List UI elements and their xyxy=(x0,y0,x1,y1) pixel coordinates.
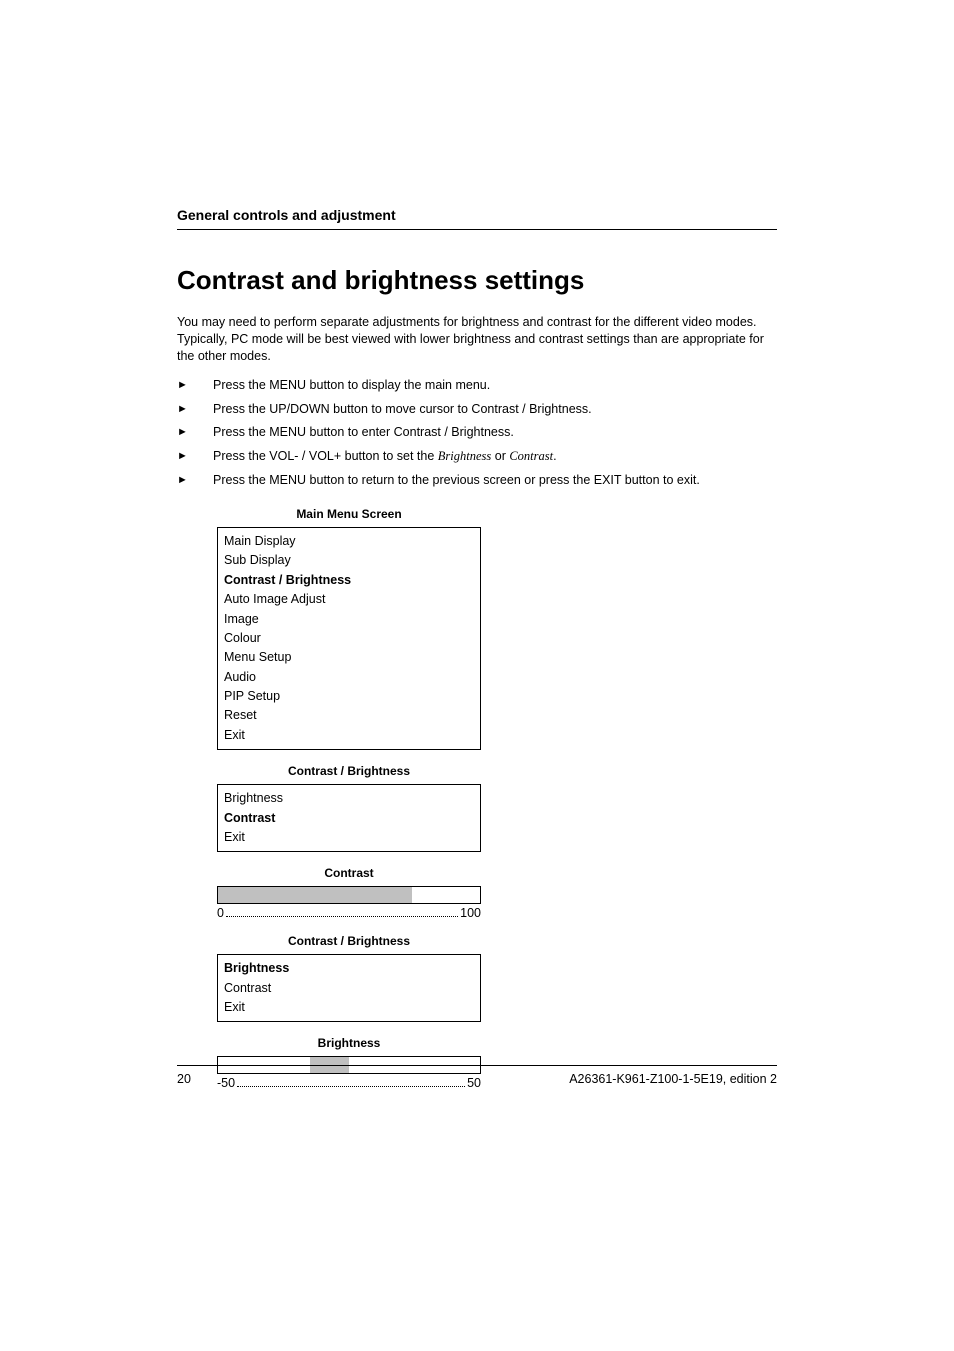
contrast-slider-fill xyxy=(218,887,412,903)
menu-item: Menu Setup xyxy=(224,648,474,667)
menu-item: Main Display xyxy=(224,532,474,551)
step-item: Press the MENU button to display the mai… xyxy=(177,377,777,394)
contrast-slider-bar xyxy=(217,886,481,904)
menu-item: PIP Setup xyxy=(224,687,474,706)
step-text: or xyxy=(491,449,509,463)
menu-item: Colour xyxy=(224,629,474,648)
step-italic: Brightness xyxy=(438,449,491,463)
page-number: 20 xyxy=(177,1072,191,1086)
menu-item: Contrast xyxy=(224,979,474,998)
contrast-scale: 0 100 xyxy=(217,906,481,920)
page-title: Contrast and brightness settings xyxy=(177,265,777,296)
menu-item-selected: Brightness xyxy=(224,959,474,978)
step-text: Press the VOL- / VOL+ button to set the xyxy=(213,449,438,463)
main-menu-title: Main Menu Screen xyxy=(217,507,481,521)
intro-paragraph: You may need to perform separate adjustm… xyxy=(177,314,777,365)
menu-item: Exit xyxy=(224,726,474,745)
submenu2-title: Contrast / Brightness xyxy=(217,934,481,948)
scale-dots xyxy=(226,916,458,917)
contrast-max: 100 xyxy=(460,906,481,920)
main-menu-block: Main Menu Screen Main Display Sub Displa… xyxy=(217,507,481,1090)
contrast-slider-title: Contrast xyxy=(217,866,481,880)
submenu1-title: Contrast / Brightness xyxy=(217,764,481,778)
doc-id: A26361-K961-Z100-1-5E19, edition 2 xyxy=(569,1072,777,1086)
step-item: Press the VOL- / VOL+ button to set the … xyxy=(177,448,777,465)
step-italic: Contrast xyxy=(509,449,553,463)
menu-item-selected: Contrast / Brightness xyxy=(224,571,474,590)
submenu2-box: Brightness Contrast Exit xyxy=(217,954,481,1022)
menu-item: Reset xyxy=(224,706,474,725)
page-footer: 20 A26361-K961-Z100-1-5E19, edition 2 xyxy=(177,1065,777,1086)
step-item: Press the MENU button to enter Contrast … xyxy=(177,424,777,441)
menu-item: Audio xyxy=(224,668,474,687)
section-header: General controls and adjustment xyxy=(177,207,777,230)
step-text: . xyxy=(553,449,556,463)
menu-item: Exit xyxy=(224,828,474,847)
menu-item: Auto Image Adjust xyxy=(224,590,474,609)
step-item: Press the UP/DOWN button to move cursor … xyxy=(177,401,777,418)
step-item: Press the MENU button to return to the p… xyxy=(177,472,777,489)
menu-item-selected: Contrast xyxy=(224,809,474,828)
main-menu-box: Main Display Sub Display Contrast / Brig… xyxy=(217,527,481,750)
menu-item: Exit xyxy=(224,998,474,1017)
menu-item: Sub Display xyxy=(224,551,474,570)
brightness-slider-title: Brightness xyxy=(217,1036,481,1050)
contrast-min: 0 xyxy=(217,906,224,920)
submenu1-box: Brightness Contrast Exit xyxy=(217,784,481,852)
menu-item: Image xyxy=(224,610,474,629)
steps-list: Press the MENU button to display the mai… xyxy=(177,377,777,489)
menu-item: Brightness xyxy=(224,789,474,808)
scale-dots xyxy=(237,1086,465,1087)
